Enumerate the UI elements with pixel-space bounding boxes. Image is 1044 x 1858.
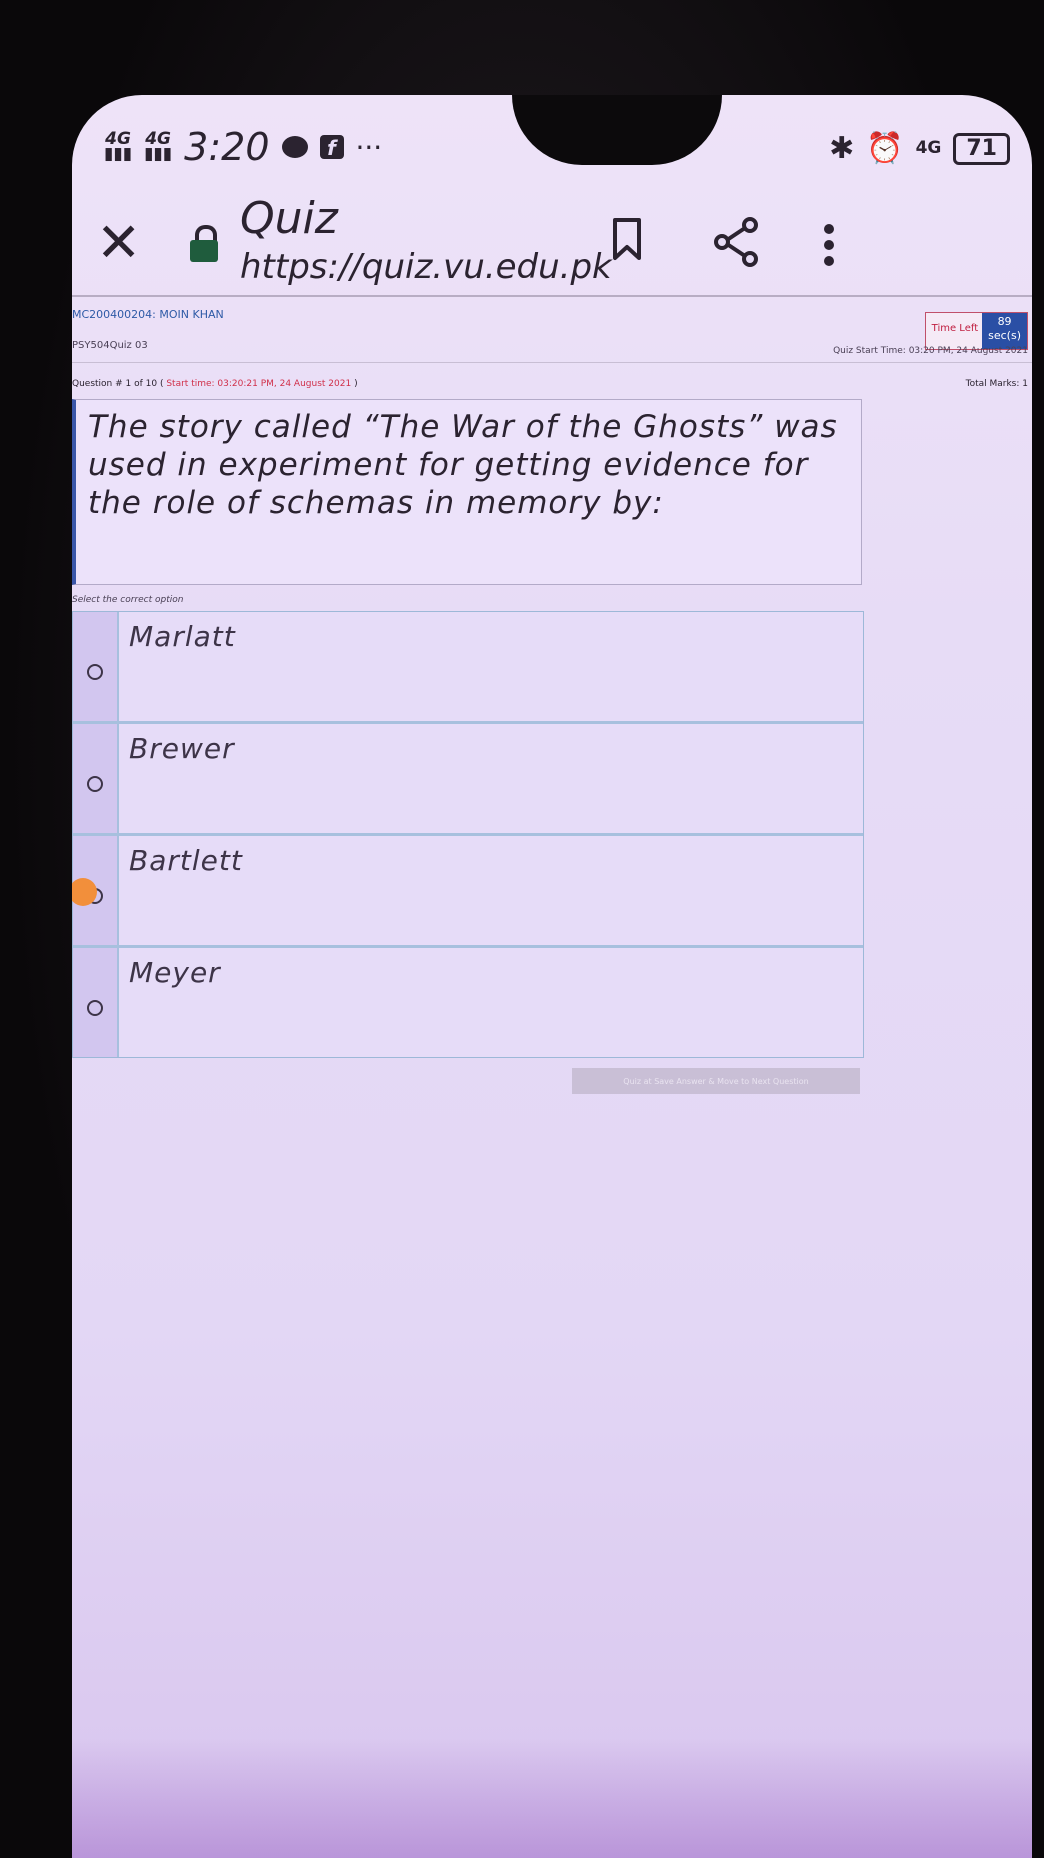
battery-icon: 71 [953,132,1010,165]
question-info-line: Question # 1 of 10 ( Start time: 03:20:2… [72,373,1032,399]
share-icon[interactable] [712,217,760,267]
question-start-time: Start time: 03:20:21 PM, 24 August 2021 [166,379,352,389]
radio-button[interactable] [87,663,103,680]
page-url[interactable]: https://quiz.vu.edu.pk [240,247,612,287]
network-4g-icon: 4G [915,138,942,158]
option-label[interactable]: Marlatt [119,612,863,721]
option-row[interactable]: Meyer [73,948,863,1057]
option-label[interactable]: Brewer [119,724,863,833]
quiz-content: MC200400204: MOIN KHAN PSY504Quiz 03 Tim… [72,300,1032,1094]
save-next-button[interactable]: Quiz at Save Answer & Move to Next Quest… [572,1068,860,1094]
radio-button[interactable] [87,775,103,792]
chat-icon [281,136,308,158]
time-left-box: Time Left 89 sec(s) [924,312,1028,350]
more-notifications-icon: ··· [355,130,383,164]
more-menu-icon[interactable] [822,223,836,267]
select-option-label: Select the correct option [72,595,184,605]
phone-frame: 4G ▮▮▮ 4G ▮▮▮ 3:20 f ··· ✱ ⏰ 4G 71 ✕ Quiz … [0,0,1044,1858]
quiz-header: MC200400204: MOIN KHAN PSY504Quiz 03 Tim… [72,300,1032,363]
close-icon[interactable]: ✕ [96,211,141,274]
time-left-value: 89 sec(s) [982,313,1027,349]
signal-icon-1: 4G ▮▮▮ [104,129,133,164]
total-marks: Total Marks: 1 [965,379,1028,389]
option-label[interactable]: Bartlett [119,836,863,945]
page-title: Quiz [240,193,338,244]
status-time: 3:20 [184,125,270,169]
option-label[interactable]: Meyer [119,948,863,1057]
quiz-start-time: Quiz Start Time: 03:20 PM, 24 August 202… [833,346,1028,356]
option-row[interactable]: Marlatt [73,612,863,724]
status-bar: 4G ▮▮▮ 4G ▮▮▮ 3:20 f ··· ✱ ⏰ 4G 71 [72,125,1032,185]
option-row[interactable]: Bartlett [72,836,863,948]
bookmark-icon[interactable] [612,217,642,261]
lock-icon[interactable] [190,225,218,263]
radio-button[interactable] [87,999,103,1016]
student-name: MC200400204: MOIN KHAN [72,308,224,321]
signal-icon-2: 4G ▮▮▮ [144,129,173,164]
toolbar-divider [72,295,1032,297]
course-quiz-label: PSY504Quiz 03 [72,340,148,351]
alarm-icon: ⏰ [866,131,904,166]
facebook-icon: f [319,135,344,160]
screen: 4G ▮▮▮ 4G ▮▮▮ 3:20 f ··· ✱ ⏰ 4G 71 ✕ Quiz … [72,95,1032,1858]
browser-toolbar: ✕ Quiz https://quiz.vu.edu.pk [72,185,1032,305]
option-row[interactable]: Brewer [73,724,863,836]
question-number: Question # 1 of 10 ( Start time: 03:20:2… [72,379,358,389]
time-left-label: Time Left [931,323,979,334]
options-list: Marlatt Brewer Bartlett Meyer [72,611,864,1058]
question-text: The story called “The War of the Ghosts”… [72,399,862,585]
bluetooth-icon: ✱ [829,131,855,166]
